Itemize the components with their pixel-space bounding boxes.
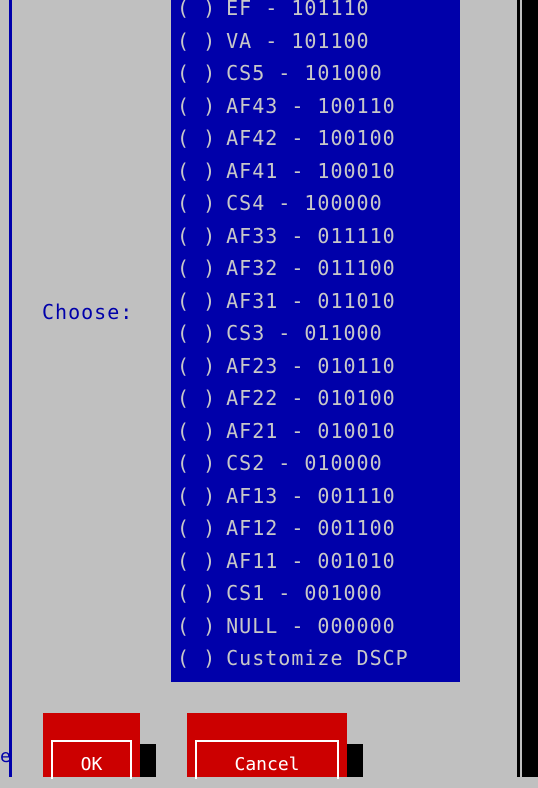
dscp-option-label: CS2 - 010000	[226, 451, 383, 475]
dscp-option-label: AF42 - 100100	[226, 126, 396, 150]
radio-button[interactable]: ( )	[177, 94, 216, 118]
radio-button[interactable]: ( )	[177, 289, 216, 313]
edge-character: e	[0, 746, 11, 767]
dscp-option[interactable]: ( ) AF23 - 010110	[171, 350, 460, 383]
radio-button[interactable]: ( )	[177, 159, 216, 183]
ok-button-shadow	[140, 744, 156, 777]
radio-button[interactable]: ( )	[177, 354, 216, 378]
dscp-option-label: AF13 - 001110	[226, 483, 396, 508]
choose-label: Choose:	[42, 300, 134, 324]
dscp-option[interactable]: ( ) EF - 101110	[171, 0, 460, 25]
ok-button-label: OK	[51, 740, 132, 779]
dscp-option-label: AF33 - 011110	[226, 223, 396, 248]
radio-button[interactable]: ( )	[177, 386, 216, 410]
dscp-option-label: AF32 - 011100	[226, 256, 396, 280]
radio-button[interactable]: ( )	[177, 321, 216, 345]
radio-button[interactable]: ( )	[177, 451, 216, 475]
dscp-option-label: AF21 - 010010	[226, 418, 396, 443]
radio-button[interactable]: ( )	[177, 0, 216, 20]
radio-button[interactable]: ( )	[177, 61, 216, 85]
dialog-left-edge	[0, 0, 6, 777]
dscp-option-label: AF11 - 001010	[226, 548, 396, 573]
radio-button[interactable]: ( )	[177, 256, 216, 280]
dscp-option[interactable]: ( ) VA - 101100	[171, 25, 460, 58]
dscp-option-label: NULL - 000000	[226, 613, 396, 638]
dscp-option-label: AF43 - 100110	[226, 93, 396, 118]
radio-button[interactable]: ( )	[177, 29, 216, 53]
radio-button[interactable]: ( )	[177, 419, 216, 443]
radio-button[interactable]: ( )	[177, 581, 216, 605]
dscp-option[interactable]: ( ) AF21 - 010010	[171, 415, 460, 448]
dscp-option-label: EF - 101110	[226, 0, 370, 20]
radio-button[interactable]: ( )	[177, 191, 216, 215]
dscp-option-label: CS4 - 100000	[226, 191, 383, 215]
cancel-button-shadow	[347, 744, 363, 777]
dscp-option-list[interactable]: ( ) EF - 101110 ( ) VA - 101100 ( ) CS5 - 101…	[171, 0, 460, 682]
radio-button[interactable]: ( )	[177, 614, 216, 638]
cancel-button[interactable]: Cancel	[187, 713, 347, 779]
radio-button[interactable]: ( )	[177, 224, 216, 248]
dscp-option[interactable]: ( ) AF22 - 010100	[171, 382, 460, 415]
dscp-option-label: VA - 101100	[226, 28, 370, 53]
dscp-option[interactable]: ( ) AF32 - 011100	[171, 252, 460, 285]
dscp-option[interactable]: ( ) CS3 - 011000	[171, 317, 460, 350]
dscp-option-label: Customize DSCP	[226, 646, 409, 670]
dscp-option-label: CS5 - 101000	[226, 61, 383, 85]
dialog-shadow	[522, 0, 538, 777]
dscp-option[interactable]: ( ) AF11 - 001010	[171, 545, 460, 578]
dscp-option[interactable]: ( ) AF41 - 100010	[171, 155, 460, 188]
radio-button[interactable]: ( )	[177, 646, 216, 670]
dscp-option-label: AF31 - 011010	[226, 288, 396, 313]
dscp-option[interactable]: ( ) NULL - 000000	[171, 610, 460, 643]
dscp-option-label: CS1 - 001000	[226, 581, 383, 605]
dscp-option[interactable]: ( ) CS5 - 101000	[171, 57, 460, 90]
dscp-option[interactable]: ( ) AF13 - 001110	[171, 480, 460, 513]
dscp-option-label: AF12 - 001100	[226, 516, 396, 540]
dscp-option[interactable]: ( ) AF33 - 011110	[171, 220, 460, 253]
radio-button[interactable]: ( )	[177, 484, 216, 508]
dscp-option[interactable]: ( ) AF12 - 001100	[171, 512, 460, 545]
dscp-option[interactable]: ( ) CS4 - 100000	[171, 187, 460, 220]
dscp-option-label: AF41 - 100010	[226, 158, 396, 183]
dscp-option[interactable]: ( ) AF31 - 011010	[171, 285, 460, 318]
ok-button[interactable]: OK	[43, 713, 140, 779]
dialog-left-border	[9, 0, 12, 777]
dscp-option[interactable]: ( ) CS2 - 010000	[171, 447, 460, 480]
dscp-option[interactable]: ( ) AF43 - 100110	[171, 90, 460, 123]
dscp-option-label: AF23 - 010110	[226, 353, 396, 378]
dscp-option[interactable]: ( ) AF42 - 100100	[171, 122, 460, 155]
dscp-option[interactable]: ( ) Customize DSCP	[171, 642, 460, 675]
radio-button[interactable]: ( )	[177, 516, 216, 540]
dscp-option-label: AF22 - 010100	[226, 386, 396, 410]
radio-button[interactable]: ( )	[177, 126, 216, 150]
dscp-option[interactable]: ( ) CS1 - 001000	[171, 577, 460, 610]
dscp-option-label: CS3 - 011000	[226, 321, 383, 345]
cancel-button-label: Cancel	[195, 740, 339, 779]
radio-button[interactable]: ( )	[177, 549, 216, 573]
